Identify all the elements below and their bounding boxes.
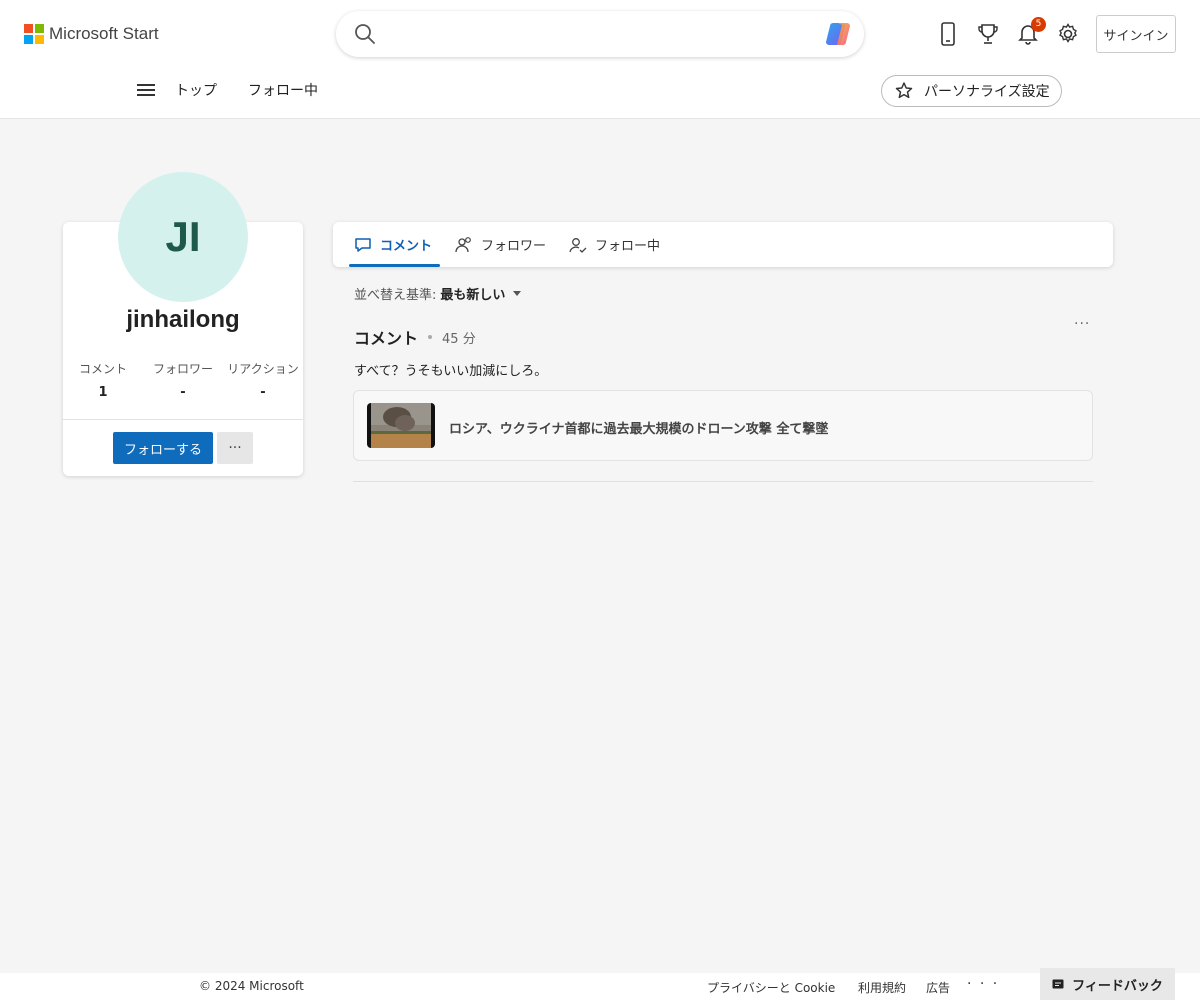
menu-icon[interactable] <box>137 84 155 98</box>
followers-icon <box>455 236 471 252</box>
separator-dot <box>428 335 433 339</box>
tab-comments[interactable]: コメント <box>354 222 432 267</box>
phone-icon[interactable] <box>936 21 960 47</box>
copyright-text: © 2024 Microsoft <box>199 979 304 993</box>
tab-followers[interactable]: フォロワー <box>455 222 546 267</box>
top-header: Microsoft Start 5 サインイン トップ フォロー中 パーソナライ… <box>0 0 1200 119</box>
comment-icon <box>355 237 371 252</box>
nav-following[interactable]: フォロー中 <box>248 80 318 100</box>
stat-comments: コメント 1 <box>63 360 143 400</box>
nav-top[interactable]: トップ <box>175 80 217 100</box>
comment-divider <box>353 481 1093 482</box>
search-input[interactable] <box>388 19 788 49</box>
stat-reactions: リアクション - <box>223 360 303 400</box>
profile-stats: コメント 1 フォロワー - リアクション - <box>63 360 303 400</box>
profile-more-button[interactable]: ··· <box>217 432 253 464</box>
tab-label: フォロワー <box>481 239 547 254</box>
comment-text: すべて？うそもいい加減にしろ。 <box>354 364 548 379</box>
feedback-icon <box>1052 979 1064 989</box>
tab-label: フォロー中 <box>595 239 661 254</box>
stat-value: - <box>180 385 186 400</box>
feedback-button[interactable]: フィードバック <box>1040 968 1175 1000</box>
follow-button[interactable]: フォローする <box>113 432 213 464</box>
microsoft-start-logo[interactable]: Microsoft Start <box>24 24 159 44</box>
personalize-button[interactable]: パーソナライズ設定 <box>881 75 1062 107</box>
footer-link-privacy[interactable]: プライバシーと Cookie <box>707 979 835 996</box>
comment-header: コメント 45 分 <box>354 325 476 349</box>
article-thumbnail <box>367 403 435 448</box>
footer-link-terms[interactable]: 利用規約 <box>858 979 906 996</box>
profile-username: jinhailong <box>126 306 240 333</box>
personalize-label: パーソナライズ設定 <box>924 84 1050 100</box>
stat-label: コメント <box>78 362 127 376</box>
brand-name: Microsoft Start <box>49 24 159 43</box>
tab-following[interactable]: フォロー中 <box>569 222 660 267</box>
feedback-label: フィードバック <box>1072 978 1163 994</box>
gear-icon[interactable] <box>1056 21 1080 47</box>
comment-title: コメント <box>354 329 419 348</box>
sort-prefix: 並べ替え基準: <box>354 288 437 303</box>
active-tab-indicator <box>349 264 440 267</box>
avatar: JI <box>118 172 248 302</box>
tab-label: コメント <box>380 239 433 254</box>
person-check-icon <box>569 237 587 253</box>
stat-label: リアクション <box>227 362 299 376</box>
sort-value: 最も新しい <box>440 288 506 303</box>
signin-button[interactable]: サインイン <box>1096 15 1176 53</box>
sparkle-star-icon <box>895 82 913 99</box>
trophy-icon[interactable] <box>976 21 1000 47</box>
stat-value: - <box>260 385 266 400</box>
activity-tabs: コメント フォロワー フォロー中 <box>333 222 1113 267</box>
search-icon[interactable] <box>354 23 376 45</box>
microsoft-logo-icon <box>24 24 44 44</box>
stat-followers: フォロワー - <box>143 360 223 400</box>
article-card[interactable]: ロシア、ウクライナ首都に過去最大規模のドローン攻撃 全て撃墜 <box>353 390 1093 461</box>
footer-link-ads[interactable]: 広告 <box>926 979 950 996</box>
footer: © 2024 Microsoft プライバシーと Cookie 利用規約 広告 … <box>0 973 1200 1000</box>
copilot-icon[interactable] <box>824 19 856 49</box>
notification-badge: 5 <box>1031 17 1046 32</box>
article-title: ロシア、ウクライナ首都に過去最大規模のドローン攻撃 全て撃墜 <box>449 422 829 437</box>
card-divider <box>63 419 303 420</box>
stat-label: フォロワー <box>152 362 213 376</box>
stat-value: 1 <box>98 385 108 400</box>
footer-more-button[interactable]: · · · <box>967 976 999 992</box>
sort-dropdown[interactable]: 並べ替え基準: 最も新しい <box>354 284 522 303</box>
bell-icon[interactable]: 5 <box>1016 17 1046 47</box>
chevron-down-icon <box>513 291 522 296</box>
comment-time: 45 分 <box>442 331 476 347</box>
search-box[interactable] <box>336 11 864 57</box>
comment-more-button[interactable]: ··· <box>1074 316 1096 336</box>
